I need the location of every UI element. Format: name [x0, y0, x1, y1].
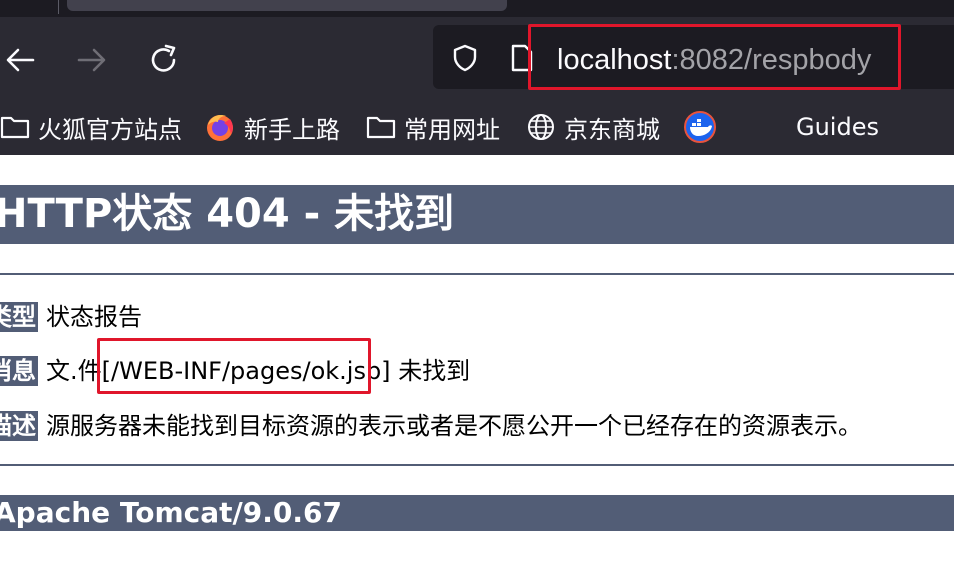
bookmark-getting-started[interactable]: 新手上路: [204, 106, 340, 148]
bookmark-label: 常用网址: [404, 115, 500, 144]
bookmark-firefox-official[interactable]: 火狐官方站点: [0, 106, 182, 148]
docker-icon: [684, 111, 716, 143]
divider: [0, 273, 954, 275]
bookmark-label: Guides: [796, 113, 879, 141]
forward-button[interactable]: [72, 40, 112, 80]
bookmark-common-sites[interactable]: 常用网址: [366, 106, 500, 148]
reload-icon: [151, 44, 176, 72]
description-value: 源服务器未能找到目标资源的表示或者是不愿公开一个已经存在的资源表示。: [46, 412, 862, 440]
bookmark-label: 火狐官方站点: [38, 115, 182, 144]
folder-icon: [366, 116, 396, 139]
browser-chrome: localhost:8082/respbody 火狐官方站点 新手上路 常用网址…: [0, 0, 954, 155]
bookmark-docker[interactable]: [684, 106, 724, 148]
message-suffix: 未找到: [398, 357, 471, 385]
bookmark-jd[interactable]: 京东商城: [526, 106, 660, 148]
server-version: Apache Tomcat/9.0.67: [0, 496, 342, 529]
active-tab[interactable]: [67, 0, 507, 11]
back-button[interactable]: [0, 40, 40, 80]
page-title: HTTP状态 404 - 未找到: [0, 191, 455, 237]
description-label: 描述: [0, 411, 38, 441]
reload-button[interactable]: [144, 40, 184, 80]
bookmark-label: 新手上路: [244, 115, 340, 144]
url-highlight-box: [528, 24, 901, 90]
type-label: 类型: [0, 302, 38, 332]
globe-icon: [528, 114, 554, 140]
firefox-icon: [207, 115, 233, 141]
shield-icon[interactable]: [450, 43, 480, 73]
folder-icon: [0, 116, 30, 139]
message-label: 消息: [0, 356, 38, 386]
back-arrow-icon: [6, 48, 35, 72]
divider: [0, 464, 954, 466]
bookmark-guides[interactable]: Guides: [796, 106, 879, 148]
description-row: 描述源服务器未能找到目标资源的表示或者是不愿公开一个已经存在的资源表示。: [0, 409, 862, 443]
path-highlight-box: [97, 338, 371, 394]
message-prefix: 文.件: [46, 357, 102, 385]
type-value: 状态报告: [46, 303, 142, 331]
bookmark-label: 京东商城: [564, 115, 660, 144]
forward-arrow-icon: [77, 48, 106, 72]
tab-separator: [58, 0, 59, 14]
type-row: 类型状态报告: [0, 300, 142, 334]
